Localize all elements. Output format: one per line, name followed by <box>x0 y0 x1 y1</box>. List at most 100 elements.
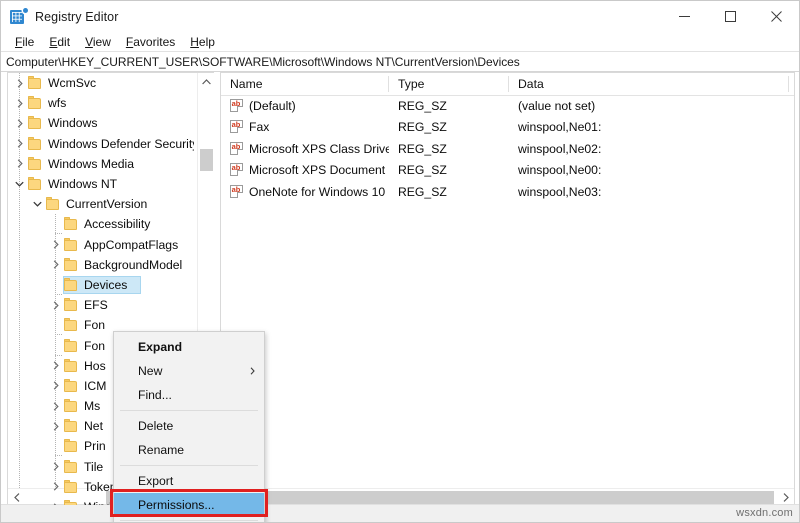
column-header-type[interactable]: Type <box>389 73 509 95</box>
tree-item-devices[interactable]: Devices <box>8 275 194 295</box>
chevron-right-icon[interactable] <box>48 503 63 505</box>
minimize-icon[interactable] <box>661 1 707 32</box>
context-menu-item-export[interactable]: Export <box>114 469 264 493</box>
values-horizontal-scrollbar[interactable] <box>221 488 794 505</box>
chevron-right-icon[interactable] <box>48 482 63 491</box>
column-header-name[interactable]: Name <box>221 73 389 95</box>
folder-icon <box>63 439 80 453</box>
chevron-right-icon[interactable] <box>12 139 27 148</box>
scroll-up-icon[interactable] <box>198 73 214 90</box>
chevron-down-icon[interactable] <box>12 181 27 187</box>
context-menu-item-new[interactable]: New <box>114 359 264 383</box>
chevron-right-icon[interactable] <box>12 99 27 108</box>
chevron-right-icon[interactable] <box>48 422 63 431</box>
context-menu-item-label: Export <box>138 474 173 488</box>
folder-icon <box>27 177 44 191</box>
tree-item-wcmsvc[interactable]: WcmSvc <box>8 73 194 93</box>
chevron-right-icon[interactable] <box>48 301 63 310</box>
tree-item-wfs[interactable]: wfs <box>8 93 194 113</box>
tree-item-backgroundmodel[interactable]: BackgroundModel <box>8 255 194 275</box>
chevron-right-icon[interactable] <box>12 159 27 168</box>
value-row[interactable]: ab(Default)REG_SZ(value not set) <box>221 95 794 117</box>
value-name-cell: abMicrosoft XPS Class Driver <box>221 142 389 156</box>
menu-file[interactable]: File <box>8 34 42 50</box>
address-bar[interactable]: Computer\HKEY_CURRENT_USER\SOFTWARE\Micr… <box>1 51 799 72</box>
values-list[interactable]: ab(Default)REG_SZ(value not set)abFaxREG… <box>221 95 794 203</box>
tree-context-menu[interactable]: Expand New Find... DeleteRename Export Permis… <box>113 331 265 523</box>
tree-item-currentversion[interactable]: CurrentVersion <box>8 194 194 214</box>
folder-icon <box>63 480 80 494</box>
close-icon[interactable] <box>753 1 799 32</box>
context-menu-item-label: New <box>138 364 162 378</box>
tree-item-windows-defender-security[interactable]: Windows Defender Security <box>8 134 194 154</box>
context-menu-separator <box>120 520 258 521</box>
context-menu-item-find[interactable]: Find... <box>114 383 264 407</box>
title-bar: Registry Editor <box>1 1 799 32</box>
value-type: REG_SZ <box>389 120 509 134</box>
tree-item-label: Windows Defender Security <box>48 137 194 151</box>
tree-item-label: CurrentVersion <box>66 197 147 211</box>
menu-bar: FileEditViewFavoritesHelp <box>1 32 799 51</box>
tree-item-label: Windows Media <box>48 157 134 171</box>
context-menu-item-rename[interactable]: Rename <box>114 438 264 462</box>
tree-item-label: Devices <box>84 278 127 292</box>
folder-icon <box>63 460 80 474</box>
column-divider[interactable] <box>788 76 789 92</box>
chevron-right-icon[interactable] <box>12 79 27 88</box>
string-value-icon: ab <box>230 163 245 177</box>
menu-edit[interactable]: Edit <box>42 34 78 50</box>
value-row[interactable]: abMicrosoft XPS Document ...REG_SZwinspo… <box>221 160 794 182</box>
chevron-right-icon <box>250 367 255 375</box>
folder-icon <box>27 137 44 151</box>
tree-item-windows-nt[interactable]: Windows NT <box>8 174 194 194</box>
menu-view[interactable]: View <box>78 34 119 50</box>
value-type: REG_SZ <box>389 163 509 177</box>
tree-guide-line <box>19 73 20 505</box>
folder-icon <box>27 76 44 90</box>
tree-scroll-thumb[interactable] <box>200 149 213 171</box>
menu-help[interactable]: Help <box>183 34 223 50</box>
tree-item-accessibility[interactable]: Accessibility <box>8 214 194 234</box>
column-header-label: Name <box>221 77 263 91</box>
registry-values-pane: Name Type Data ab(Default)REG_SZ(value not… <box>220 72 795 506</box>
chevron-right-icon[interactable] <box>12 119 27 128</box>
values-hscroll-thumb[interactable] <box>239 491 774 504</box>
chevron-right-icon[interactable] <box>48 381 63 390</box>
values-column-header[interactable]: Name Type Data <box>221 73 794 96</box>
value-row[interactable]: abMicrosoft XPS Class DriverREG_SZwinspo… <box>221 138 794 160</box>
maximize-icon[interactable] <box>707 1 753 32</box>
tree-item-windows[interactable]: Windows <box>8 113 194 133</box>
chevron-right-icon[interactable] <box>48 361 63 370</box>
value-data: (value not set) <box>509 99 789 113</box>
tree-item-label: WcmSvc <box>48 76 96 90</box>
column-header-label: Type <box>389 77 424 91</box>
chevron-right-icon[interactable] <box>48 402 63 411</box>
column-header-data[interactable]: Data <box>509 73 789 95</box>
context-menu-item-permissions[interactable]: Permissions... <box>114 493 264 517</box>
folder-icon <box>63 399 80 413</box>
tree-item-label: AppCompatFlags <box>84 238 178 252</box>
value-row[interactable]: abOneNote for Windows 10REG_SZwinspool,N… <box>221 181 794 203</box>
registry-editor-icon <box>10 8 27 25</box>
chevron-right-icon[interactable] <box>48 260 63 269</box>
tree-item-label: Ms <box>84 399 100 413</box>
column-header-label: Data <box>509 77 544 91</box>
value-row[interactable]: abFaxREG_SZwinspool,Ne01: <box>221 117 794 139</box>
tree-item-appcompatflags[interactable]: AppCompatFlags <box>8 235 194 255</box>
string-value-icon: ab <box>230 99 245 113</box>
registry-path: Computer\HKEY_CURRENT_USER\SOFTWARE\Micr… <box>6 55 520 69</box>
value-type: REG_SZ <box>389 142 509 156</box>
chevron-right-icon[interactable] <box>48 462 63 471</box>
tree-item-efs[interactable]: EFS <box>8 295 194 315</box>
tree-item-windows-media[interactable]: Windows Media <box>8 154 194 174</box>
folder-icon <box>63 217 80 231</box>
chevron-right-icon[interactable] <box>48 240 63 249</box>
context-menu-item-expand[interactable]: Expand <box>114 335 264 359</box>
menu-favorites[interactable]: Favorites <box>119 34 183 50</box>
context-menu-item-delete[interactable]: Delete <box>114 414 264 438</box>
chevron-down-icon[interactable] <box>30 201 45 207</box>
tree-item-label: Prin <box>84 439 106 453</box>
folder-icon <box>63 419 80 433</box>
context-menu-item-label: Find... <box>138 388 172 402</box>
value-data: winspool,Ne02: <box>509 142 789 156</box>
